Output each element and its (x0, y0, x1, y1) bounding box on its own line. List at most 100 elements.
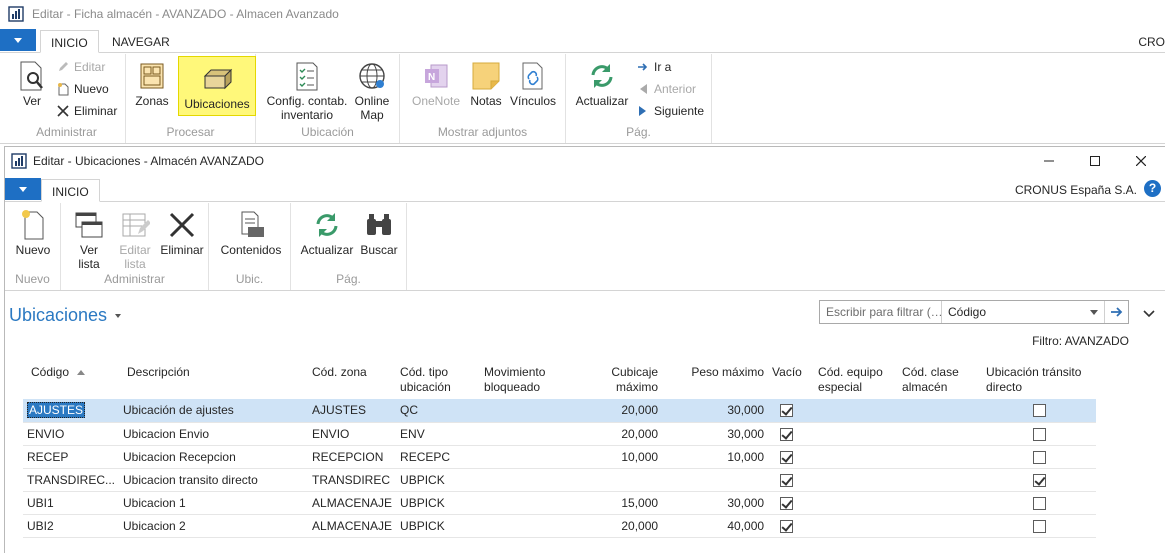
online-map-button[interactable]: Online Map (352, 60, 392, 122)
cell-equipo[interactable] (814, 514, 898, 537)
cell-codigo[interactable]: RECEP (23, 445, 119, 468)
cell-codigo[interactable]: TRANSDIREC... (23, 468, 119, 491)
onenote-button[interactable]: N OneNote (410, 60, 462, 108)
cell-zona[interactable]: ALMACENAJE (308, 514, 396, 537)
cell-clase[interactable] (898, 468, 982, 491)
outer-actualizar-button[interactable]: Actualizar (572, 60, 632, 108)
cell-clase[interactable] (898, 491, 982, 514)
editar-button[interactable]: Editar (56, 58, 105, 76)
filter-field-select[interactable]: Código (942, 301, 1104, 323)
cell-tipo[interactable]: ENV (396, 422, 480, 445)
ver-button[interactable]: Ver (14, 60, 50, 108)
close-button[interactable] (1118, 147, 1164, 175)
col-movimiento-bloqueado[interactable]: Movimiento bloqueado (480, 363, 572, 399)
contenidos-button[interactable]: Contenidos (219, 209, 283, 257)
cell-cubicaje[interactable]: 15,000 (572, 491, 662, 514)
ubicaciones-button[interactable]: Ubicaciones (178, 56, 256, 116)
cell-movimiento[interactable] (480, 468, 572, 491)
transito-checkbox[interactable] (1033, 520, 1046, 533)
eliminar-button[interactable]: Eliminar (56, 102, 117, 120)
buscar-button[interactable]: Buscar (359, 209, 399, 257)
cell-zona[interactable]: AJUSTES (308, 399, 396, 422)
vacio-checkbox[interactable] (780, 428, 793, 441)
cell-codigo[interactable]: AJUSTES (23, 399, 119, 422)
cell-equipo[interactable] (814, 491, 898, 514)
cell-peso[interactable]: 40,000 (662, 514, 768, 537)
cell-codigo[interactable]: ENVIO (23, 422, 119, 445)
cell-peso[interactable]: 30,000 (662, 491, 768, 514)
table-row[interactable]: UBI1 Ubicacion 1 ALMACENAJE UBPICK 15,00… (23, 491, 1096, 514)
cell-peso[interactable]: 30,000 (662, 422, 768, 445)
cell-descripcion[interactable]: Ubicacion 1 (119, 491, 308, 514)
cell-descripcion[interactable]: Ubicacion 2 (119, 514, 308, 537)
search-input[interactable]: Escribir para filtrar (… (820, 301, 942, 323)
vacio-checkbox[interactable] (780, 451, 793, 464)
col-equipo-especial[interactable]: Cód. equipo especial (814, 363, 898, 399)
vinculos-button[interactable]: Vínculos (508, 60, 558, 108)
inner-tab-inicio[interactable]: INICIO (41, 179, 100, 202)
config-contab-inventario-button[interactable]: Config. contab. inventario (264, 60, 350, 122)
cell-movimiento[interactable] (480, 422, 572, 445)
cell-cubicaje[interactable]: 20,000 (572, 514, 662, 537)
inner-eliminar-button[interactable]: Eliminar (159, 209, 205, 257)
cell-tipo[interactable]: UBPICK (396, 514, 480, 537)
cell-equipo[interactable] (814, 445, 898, 468)
help-icon[interactable]: ? (1144, 180, 1161, 197)
nuevo-button[interactable]: Nuevo (56, 80, 109, 98)
col-transito-directo[interactable]: Ubicación tránsito directo (982, 363, 1096, 399)
vacio-checkbox[interactable] (780, 474, 793, 487)
col-vacio[interactable]: Vacío (768, 363, 814, 399)
cell-movimiento[interactable] (480, 491, 572, 514)
inner-nuevo-button[interactable]: Nuevo (13, 209, 53, 257)
cell-movimiento[interactable] (480, 445, 572, 468)
cell-zona[interactable]: RECEPCION (308, 445, 396, 468)
inner-actualizar-button[interactable]: Actualizar (299, 209, 355, 257)
col-clase-almacen[interactable]: Cód. clase almacén (898, 363, 982, 399)
inner-app-menu-button[interactable] (5, 178, 41, 200)
cell-cubicaje[interactable]: 20,000 (572, 422, 662, 445)
col-zona[interactable]: Cód. zona (308, 363, 396, 399)
cell-descripcion[interactable]: Ubicacion Recepcion (119, 445, 308, 468)
cell-zona[interactable]: ALMACENAJE (308, 491, 396, 514)
table-row[interactable]: AJUSTES Ubicación de ajustes AJUSTES QC … (23, 399, 1096, 422)
page-title[interactable]: Ubicaciones (9, 305, 121, 326)
cell-tipo[interactable]: QC (396, 399, 480, 422)
cell-peso[interactable]: 10,000 (662, 445, 768, 468)
transito-checkbox[interactable] (1033, 428, 1046, 441)
cell-codigo[interactable]: UBI1 (23, 491, 119, 514)
table-row[interactable]: ENVIO Ubicacion Envio ENVIO ENV 20,000 3… (23, 422, 1096, 445)
cell-cubicaje[interactable] (572, 468, 662, 491)
cell-clase[interactable] (898, 445, 982, 468)
ir-a-button[interactable]: Ir a (636, 58, 671, 76)
cell-cubicaje[interactable]: 10,000 (572, 445, 662, 468)
cell-movimiento[interactable] (480, 514, 572, 537)
vacio-checkbox[interactable] (780, 404, 793, 417)
cell-descripcion[interactable]: Ubicación de ajustes (119, 399, 308, 422)
ver-lista-button[interactable]: Ver lista (71, 209, 107, 271)
zonas-button[interactable]: Zonas (134, 60, 170, 108)
cell-tipo[interactable]: UBPICK (396, 491, 480, 514)
vacio-checkbox[interactable] (780, 497, 793, 510)
col-cubicaje-maximo[interactable]: Cubicaje máximo (572, 363, 662, 399)
notas-button[interactable]: Notas (468, 60, 504, 108)
transito-checkbox[interactable] (1033, 451, 1046, 464)
cell-codigo[interactable]: UBI2 (23, 514, 119, 537)
table-row[interactable]: TRANSDIREC... Ubicacion transito directo… (23, 468, 1096, 491)
cell-equipo[interactable] (814, 422, 898, 445)
cell-descripcion[interactable]: Ubicacion Envio (119, 422, 308, 445)
cell-descripcion[interactable]: Ubicacion transito directo (119, 468, 308, 491)
transito-checkbox[interactable] (1033, 497, 1046, 510)
cell-cubicaje[interactable]: 20,000 (572, 399, 662, 422)
minimize-button[interactable] (1026, 147, 1072, 175)
cell-equipo[interactable] (814, 468, 898, 491)
col-tipo-ubicacion[interactable]: Cód. tipo ubicación (396, 363, 480, 399)
col-codigo[interactable]: Código (23, 363, 119, 399)
cell-peso[interactable]: 30,000 (662, 399, 768, 422)
apply-filter-button[interactable] (1104, 301, 1128, 323)
cell-zona[interactable]: TRANSDIREC (308, 468, 396, 491)
collapse-factbox-button[interactable] (1143, 307, 1155, 321)
maximize-button[interactable] (1072, 147, 1118, 175)
cell-equipo[interactable] (814, 399, 898, 422)
tab-inicio[interactable]: INICIO (40, 30, 99, 53)
cell-zona[interactable]: ENVIO (308, 422, 396, 445)
